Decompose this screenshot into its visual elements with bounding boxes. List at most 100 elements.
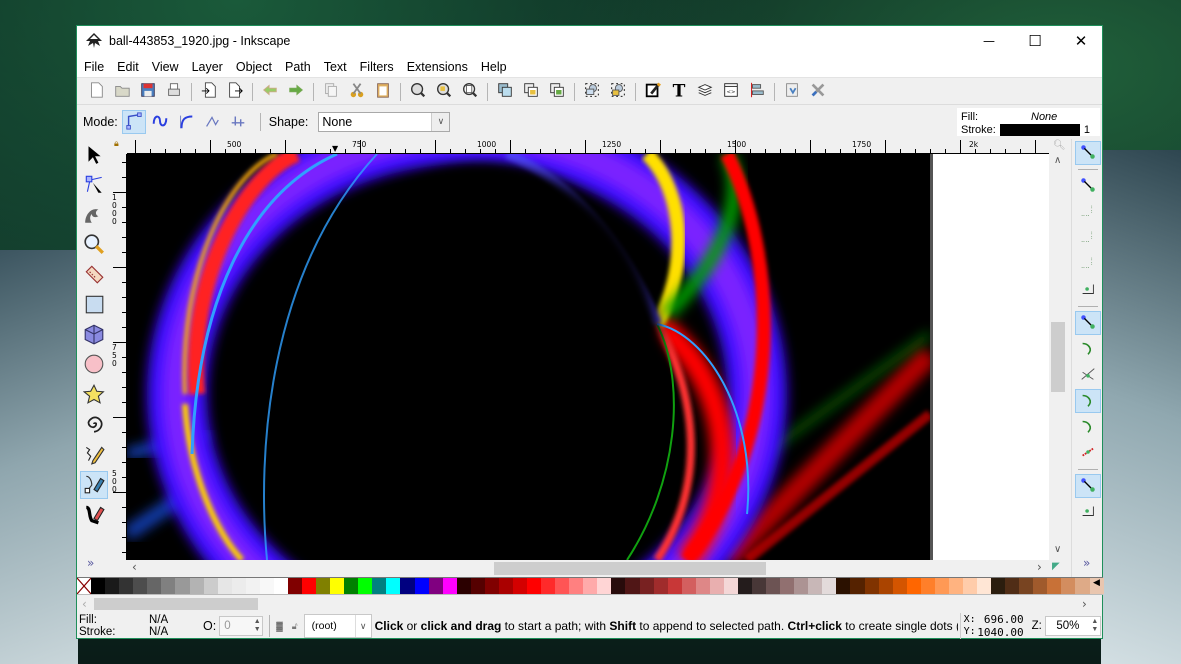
tool-selector[interactable] bbox=[80, 141, 108, 169]
color-swatch[interactable] bbox=[611, 578, 626, 594]
menu-layer[interactable]: Layer bbox=[192, 60, 223, 74]
palette-scroll-left-icon[interactable]: ‹ bbox=[82, 597, 87, 611]
cut-button[interactable] bbox=[344, 81, 370, 103]
menu-object[interactable]: Object bbox=[236, 60, 272, 74]
group-button[interactable] bbox=[579, 81, 605, 103]
menu-text[interactable]: Text bbox=[324, 60, 347, 74]
toggle-layer-lock-icon[interactable]: 🔓︎ bbox=[292, 621, 298, 632]
spin-arrows-icon[interactable]: ▲ ▼ bbox=[252, 618, 262, 634]
copy-button[interactable] bbox=[318, 81, 344, 103]
color-swatch[interactable] bbox=[808, 578, 823, 594]
color-swatch[interactable] bbox=[822, 578, 837, 594]
selected-style-indicator[interactable]: Fill: N/A Stroke: N/A bbox=[77, 613, 197, 639]
minimize-button[interactable]: — bbox=[966, 26, 1012, 56]
import-button[interactable] bbox=[196, 81, 222, 103]
snap-more-button[interactable]: » bbox=[1083, 556, 1090, 570]
color-swatch[interactable] bbox=[442, 578, 457, 594]
palette-scrollbar[interactable]: ‹ › bbox=[77, 596, 1103, 612]
mode-paraxial-button[interactable] bbox=[226, 110, 250, 134]
color-swatch[interactable] bbox=[302, 578, 317, 594]
palette-scrollbar-thumb[interactable] bbox=[94, 598, 258, 610]
scroll-up-arrow-icon[interactable]: ∧ bbox=[1054, 155, 1061, 166]
color-swatch[interactable] bbox=[316, 578, 331, 594]
color-swatch[interactable] bbox=[1075, 578, 1090, 594]
color-swatch[interactable] bbox=[1033, 578, 1048, 594]
snap-others-toggle[interactable] bbox=[1075, 474, 1101, 498]
color-swatch[interactable] bbox=[203, 578, 218, 594]
tool-zoom[interactable] bbox=[80, 231, 108, 259]
color-swatch[interactable] bbox=[470, 578, 485, 594]
vertical-scrollbar-thumb[interactable] bbox=[1051, 322, 1065, 392]
scroll-down-arrow-icon[interactable]: ∨ bbox=[1054, 544, 1061, 555]
snap-enable-toggle[interactable] bbox=[1075, 141, 1101, 165]
preferences-button[interactable] bbox=[805, 81, 831, 103]
tool-node[interactable] bbox=[80, 171, 108, 199]
color-swatch[interactable] bbox=[991, 578, 1006, 594]
color-swatch[interactable] bbox=[1019, 578, 1034, 594]
align-distribute-button[interactable] bbox=[744, 81, 770, 103]
embedded-image-ball[interactable] bbox=[127, 154, 930, 560]
palette-menu-icon[interactable]: ◀ bbox=[1093, 578, 1100, 588]
color-swatch[interactable] bbox=[105, 578, 120, 594]
vertical-scrollbar[interactable]: 🔍︎ ∧ ∨ bbox=[1049, 139, 1069, 560]
menu-file[interactable]: File bbox=[84, 60, 104, 74]
mode-bspline-button[interactable] bbox=[174, 110, 198, 134]
color-swatch[interactable] bbox=[962, 578, 977, 594]
color-swatch[interactable] bbox=[977, 578, 992, 594]
color-swatch[interactable] bbox=[723, 578, 738, 594]
color-swatch[interactable] bbox=[850, 578, 865, 594]
color-swatch[interactable] bbox=[892, 578, 907, 594]
snap-bbox-center-toggle[interactable] bbox=[1075, 278, 1101, 302]
color-swatch[interactable] bbox=[1005, 578, 1020, 594]
tool-rectangle[interactable] bbox=[80, 291, 108, 319]
toolbox-more-button[interactable]: » bbox=[87, 556, 94, 570]
color-swatch[interactable] bbox=[667, 578, 682, 594]
tool-measure[interactable] bbox=[80, 261, 108, 289]
color-swatch[interactable] bbox=[752, 578, 767, 594]
color-swatch[interactable] bbox=[625, 578, 640, 594]
color-swatch[interactable] bbox=[147, 578, 162, 594]
tool-pencil[interactable] bbox=[80, 441, 108, 469]
ungroup-button[interactable] bbox=[605, 81, 631, 103]
snap-bbox-edge-toggle[interactable] bbox=[1075, 200, 1101, 224]
color-swatch[interactable] bbox=[133, 578, 148, 594]
menu-extensions[interactable]: Extensions bbox=[407, 60, 468, 74]
color-swatch[interactable] bbox=[119, 578, 134, 594]
color-swatch[interactable] bbox=[245, 578, 260, 594]
color-swatch[interactable] bbox=[653, 578, 668, 594]
color-swatch[interactable] bbox=[287, 578, 302, 594]
color-swatch[interactable] bbox=[780, 578, 795, 594]
scroll-left-arrow-icon[interactable]: ‹ bbox=[132, 560, 137, 574]
redo-button[interactable] bbox=[283, 81, 309, 103]
color-swatch[interactable] bbox=[91, 578, 106, 594]
color-swatch[interactable] bbox=[766, 578, 781, 594]
opacity-spinbox[interactable]: 0 ▲ ▼ bbox=[219, 616, 264, 636]
menu-filters[interactable]: Filters bbox=[360, 60, 394, 74]
menu-edit[interactable]: Edit bbox=[117, 60, 139, 74]
color-swatch[interactable] bbox=[231, 578, 246, 594]
maximize-button[interactable]: ☐ bbox=[1012, 26, 1058, 56]
tool-calligraphy[interactable] bbox=[80, 501, 108, 529]
color-swatch[interactable] bbox=[906, 578, 921, 594]
color-swatch[interactable] bbox=[217, 578, 232, 594]
menu-path[interactable]: Path bbox=[285, 60, 311, 74]
color-swatch[interactable] bbox=[358, 578, 373, 594]
print-button[interactable] bbox=[161, 81, 187, 103]
swatch-none[interactable] bbox=[76, 577, 92, 595]
snap-path-intersection-toggle[interactable] bbox=[1075, 363, 1101, 387]
color-swatch[interactable] bbox=[414, 578, 429, 594]
text-font-button[interactable]: T bbox=[666, 81, 692, 103]
color-swatch[interactable] bbox=[161, 578, 176, 594]
fill-stroke-indicator[interactable]: Fill: None Stroke: 1 bbox=[957, 108, 1100, 136]
paste-button[interactable] bbox=[370, 81, 396, 103]
tool-pen[interactable] bbox=[80, 471, 108, 499]
tool-tweak[interactable] bbox=[80, 201, 108, 229]
color-swatch[interactable] bbox=[569, 578, 584, 594]
color-swatch[interactable] bbox=[934, 578, 949, 594]
color-swatch[interactable] bbox=[498, 578, 513, 594]
drawing-canvas[interactable] bbox=[127, 154, 1049, 560]
lock-guides-icon[interactable]: 🔒︎ bbox=[114, 139, 119, 149]
color-swatch[interactable] bbox=[639, 578, 654, 594]
toggle-layer-visibility-icon[interactable]: ▓ bbox=[276, 621, 283, 631]
scroll-right-arrow-icon[interactable]: › bbox=[1037, 560, 1042, 574]
